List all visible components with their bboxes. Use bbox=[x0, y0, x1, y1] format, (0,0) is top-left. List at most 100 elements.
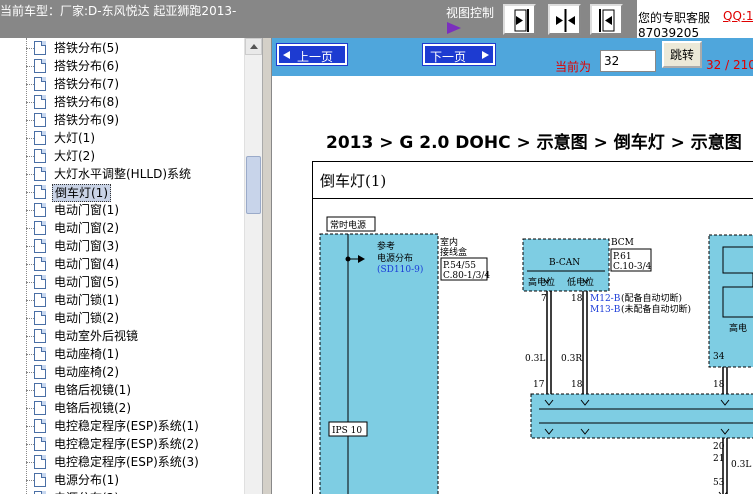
tree-connector bbox=[26, 282, 34, 283]
document-icon bbox=[34, 239, 46, 253]
tree-item-label: 电动门锁(2) bbox=[54, 311, 119, 325]
tree-item-label: 电动门窗(5) bbox=[54, 275, 119, 289]
tree-connector bbox=[26, 426, 34, 427]
pin-20-label: 20 bbox=[713, 442, 725, 452]
document-icon bbox=[34, 275, 46, 289]
document-icon bbox=[34, 473, 46, 487]
service-qq-link[interactable]: QQ:1 bbox=[723, 9, 753, 23]
tree-item-label: 电动门窗(4) bbox=[54, 257, 119, 271]
m13-code: M13-B bbox=[590, 305, 621, 315]
document-icon bbox=[34, 293, 46, 307]
dual-page-icon bbox=[556, 9, 575, 32]
tree-item-label: 电动门窗(2) bbox=[54, 221, 119, 235]
service-label: 您的专职客服 bbox=[638, 11, 711, 25]
document-icon bbox=[34, 185, 46, 199]
car-model-title: 当前车型：厂家:D-东风悦达 起亚狮跑2013- bbox=[0, 4, 237, 18]
junction-ref-1: P.54/55 bbox=[443, 261, 476, 271]
tree-item-label: 大灯(1) bbox=[54, 131, 95, 145]
tree-connector bbox=[26, 84, 34, 85]
tree-item-label: 搭铁分布(8) bbox=[54, 95, 119, 109]
tree-connector bbox=[26, 228, 34, 229]
wire-03r-label: 0.3R bbox=[561, 354, 582, 364]
tree-connector bbox=[26, 372, 34, 373]
fit-page-icon bbox=[599, 9, 615, 32]
tree-item-label: 大灯水平调整(HLLD)系统 bbox=[54, 167, 191, 181]
tree-item-label: 电铬后视镜(2) bbox=[54, 401, 131, 415]
pin-18-label: 18 bbox=[571, 294, 583, 304]
tree-item-label: 电动室外后视镜 bbox=[54, 329, 139, 343]
single-page-view-button[interactable] bbox=[503, 4, 536, 35]
tree-connector bbox=[26, 390, 34, 391]
page-number-input[interactable] bbox=[600, 50, 656, 72]
pin-18b-label: 18 bbox=[571, 380, 583, 390]
tree-connector bbox=[26, 264, 34, 265]
bcan-label: B-CAN bbox=[549, 258, 580, 268]
ips-label: IPS 10 bbox=[332, 426, 362, 436]
single-page-icon bbox=[514, 9, 529, 32]
bcm-ref-1: P.61 bbox=[613, 252, 632, 262]
document-icon bbox=[34, 167, 46, 181]
document-icon bbox=[34, 113, 46, 127]
low-level-label: 低电位 bbox=[567, 276, 594, 288]
tree-item-label: 电源分布(1) bbox=[54, 473, 119, 487]
tree-connector bbox=[26, 138, 34, 139]
document-icon bbox=[34, 419, 46, 433]
tree-connector bbox=[26, 300, 34, 301]
pane-splitter[interactable] bbox=[262, 38, 272, 494]
document-icon bbox=[34, 401, 46, 415]
page-count: 32 / 210 bbox=[706, 58, 753, 72]
document-icon bbox=[34, 203, 46, 217]
always-power-label: 常时电源 bbox=[330, 219, 366, 231]
scrollbar-thumb[interactable] bbox=[246, 156, 261, 214]
tree-item-label: 电动座椅(1) bbox=[54, 347, 119, 361]
document-icon bbox=[34, 131, 46, 145]
bcm-ref-2: C.10-3/4 bbox=[613, 262, 652, 272]
play-arrow-icon bbox=[447, 22, 461, 34]
junction-label-1: 室内 bbox=[440, 236, 458, 248]
tree-connector bbox=[26, 354, 34, 355]
tree-connector bbox=[26, 66, 34, 67]
tree-item-label: 电动门锁(1) bbox=[54, 293, 119, 307]
pin-53-label: 53 bbox=[713, 478, 725, 488]
tree-connector bbox=[26, 480, 34, 481]
document-tree: 搭铁分布(5) 搭铁分布(6) 搭铁分布(7) 搭铁分布(8) 搭铁分布(9) 大灯(1)… bbox=[0, 38, 262, 494]
tree-item-label: 搭铁分布(7) bbox=[54, 77, 119, 91]
ref-title-2: 电源分布 bbox=[377, 252, 413, 264]
document-icon bbox=[34, 365, 46, 379]
tree-connector bbox=[26, 462, 34, 463]
tree-item-label: 搭铁分布(6) bbox=[54, 59, 119, 73]
tree-connector bbox=[26, 174, 34, 175]
tree-connector bbox=[26, 102, 34, 103]
m12-code: M12-B bbox=[590, 294, 621, 304]
tree-scrollbar[interactable] bbox=[244, 38, 262, 494]
document-icon bbox=[34, 347, 46, 361]
tree-item-label: 电控稳定程序(ESP)系统(1) bbox=[54, 419, 199, 433]
document-icon bbox=[34, 95, 46, 109]
wire-03l-right: 0.3L bbox=[731, 460, 751, 470]
tree-item-label: 大灯(2) bbox=[54, 149, 95, 163]
wiring-schematic: 常时电源 参考 电源分布 (SD110-9) 室内 接线盒 P.54/55 C.… bbox=[319, 216, 753, 494]
ref-code-link[interactable]: (SD110-9) bbox=[377, 264, 423, 275]
tree-item-label: 搭铁分布(9) bbox=[54, 113, 119, 127]
document-icon bbox=[34, 311, 46, 325]
document-icon bbox=[34, 257, 46, 271]
tree-item-label: 搭铁分布(5) bbox=[54, 41, 119, 55]
document-icon bbox=[34, 383, 46, 397]
document-icon bbox=[34, 59, 46, 73]
pin-34-label: 34 bbox=[713, 352, 725, 362]
tree-connector bbox=[26, 156, 34, 157]
bus-box bbox=[530, 393, 753, 439]
tree-connector bbox=[26, 246, 34, 247]
scroll-up-arrow-icon[interactable] bbox=[245, 38, 262, 55]
bcm-label: BCM bbox=[611, 238, 634, 248]
dual-page-view-button[interactable] bbox=[548, 4, 581, 35]
pin-21-label: 21 bbox=[713, 454, 724, 464]
jump-button[interactable]: 跳转 bbox=[662, 41, 702, 68]
document-icon bbox=[34, 455, 46, 469]
tree-item-label: 倒车灯(1) bbox=[52, 184, 111, 202]
fit-page-view-button[interactable] bbox=[590, 4, 623, 35]
tree-connector bbox=[26, 210, 34, 211]
m13-desc: (未配备自动切断) bbox=[621, 303, 691, 315]
splice-dot bbox=[345, 256, 351, 262]
tree-item-label: 电控稳定程序(ESP)系统(2) bbox=[54, 437, 199, 451]
